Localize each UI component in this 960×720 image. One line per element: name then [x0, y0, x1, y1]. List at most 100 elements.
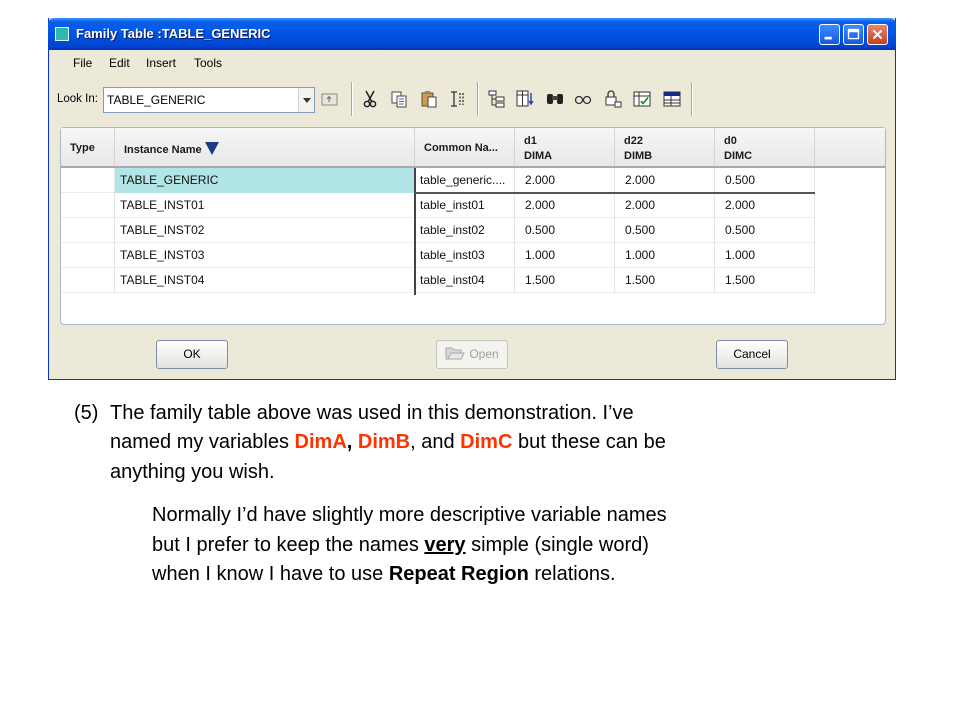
cell-common-name[interactable]: table_inst03 [415, 243, 515, 268]
table-row[interactable]: TABLE_INST04 table_inst04 1.500 1.500 1.… [61, 268, 815, 293]
title-bar[interactable]: Family Table :TABLE_GENERIC [48, 18, 896, 50]
cell-instance-name[interactable]: TABLE_INST01 [115, 193, 415, 218]
repeat-region-term: Repeat Region [388, 563, 529, 585]
cell-type[interactable] [61, 268, 115, 293]
cell-d22[interactable]: 2.000 [615, 193, 715, 218]
column-header-common-name[interactable]: Common Na... [415, 128, 515, 166]
toolbar-separator [351, 82, 353, 116]
table-row-generic[interactable]: TABLE_GENERIC table_generic.... 2.000 2.… [61, 168, 815, 193]
cell-d0[interactable]: 0.500 [715, 218, 815, 243]
paragraph-5-number: (5) [74, 402, 99, 424]
cell-instance-name[interactable]: TABLE_INST02 [115, 218, 415, 243]
window-title: Family Table :TABLE_GENERIC [76, 26, 271, 41]
cell-common-name[interactable]: table_inst01 [415, 193, 515, 218]
cell-d22[interactable]: 0.500 [615, 218, 715, 243]
table-grid-icon [663, 91, 681, 107]
cell-d22[interactable]: 1.500 [615, 268, 715, 293]
cell-type[interactable] [61, 218, 115, 243]
cell-d0[interactable]: 2.000 [715, 193, 815, 218]
insert-item-icon [451, 91, 464, 107]
column-header-d1[interactable]: d1 DIMA [515, 128, 615, 166]
menu-edit[interactable]: Edit [109, 56, 130, 70]
var-dimb: DimB [357, 431, 411, 453]
cell-d22[interactable]: 1.000 [615, 243, 715, 268]
generic-row-divider [415, 192, 815, 194]
cell-instance-name[interactable]: TABLE_INST03 [115, 243, 415, 268]
close-icon [872, 29, 883, 40]
cell-instance-name[interactable]: TABLE_INST04 [115, 268, 415, 293]
look-in-dropdown[interactable]: TABLE_GENERIC [103, 87, 315, 113]
column-header-instance-name[interactable]: Instance Name [115, 128, 415, 166]
tree-icon [488, 90, 505, 108]
cell-d1[interactable]: 0.500 [515, 218, 615, 243]
paragraph-note-line-1: Normally I’d have slightly more descript… [152, 504, 667, 526]
paragraph-note-line-2: but I prefer to keep the names very simp… [152, 534, 649, 556]
cell-d0[interactable]: 0.500 [715, 168, 815, 193]
cell-instance-name[interactable]: TABLE_GENERIC [115, 168, 415, 193]
toolbar-separator [477, 82, 479, 116]
up-folder-icon [321, 93, 338, 106]
add-column-button[interactable] [515, 89, 535, 109]
menu-bar: File Edit Insert Tools [49, 50, 895, 72]
column-header-d0[interactable]: d0 DIMC [715, 128, 815, 166]
minimize-icon [824, 36, 832, 40]
paste-icon [421, 91, 437, 108]
verify-icon [574, 95, 592, 105]
table-row[interactable]: TABLE_INST01 table_inst01 2.000 2.000 2.… [61, 193, 815, 218]
cut-button[interactable] [360, 89, 380, 109]
cell-d22[interactable]: 2.000 [615, 168, 715, 193]
dropdown-button[interactable] [298, 88, 314, 112]
instance-name-header-label: Instance Name [124, 144, 202, 156]
copy-icon [391, 91, 407, 108]
paragraph-note-line-3: when I know I have to use Repeat Region … [152, 563, 616, 585]
cell-common-name[interactable]: table_generic.... [415, 168, 515, 193]
up-folder-button[interactable] [320, 89, 340, 109]
table-row[interactable]: TABLE_INST03 table_inst03 1.000 1.000 1.… [61, 243, 815, 268]
ok-button[interactable]: OK [156, 340, 228, 369]
cancel-button[interactable]: Cancel [716, 340, 788, 369]
toolbar-separator [691, 82, 693, 116]
edit-table-button[interactable] [632, 89, 652, 109]
paragraph-5-line-1: The family table above was used in this … [110, 402, 634, 424]
cell-type[interactable] [61, 168, 115, 193]
cell-d1[interactable]: 2.000 [515, 168, 615, 193]
insert-item-button[interactable] [448, 89, 468, 109]
menu-file[interactable]: File [73, 56, 92, 70]
sort-descending-icon [204, 142, 219, 155]
cell-common-name[interactable]: table_inst04 [415, 268, 515, 293]
edit-table-icon [633, 91, 651, 107]
lock-button[interactable] [603, 89, 623, 109]
cell-common-name[interactable]: table_inst02 [415, 218, 515, 243]
open-button[interactable]: Open [436, 340, 508, 369]
menu-tools[interactable]: Tools [194, 56, 222, 70]
cell-d1[interactable]: 1.500 [515, 268, 615, 293]
find-button[interactable] [545, 89, 565, 109]
cell-d0[interactable]: 1.000 [715, 243, 815, 268]
menu-insert[interactable]: Insert [146, 56, 176, 70]
close-button[interactable] [867, 24, 888, 45]
cell-d0[interactable]: 1.500 [715, 268, 815, 293]
cell-d1[interactable]: 1.000 [515, 243, 615, 268]
lock-icon [605, 90, 622, 108]
var-dima: DimA [294, 431, 347, 453]
open-folder-icon [445, 347, 466, 360]
table-row[interactable]: TABLE_INST02 table_inst02 0.500 0.500 0.… [61, 218, 815, 243]
table-grid-button[interactable] [662, 89, 682, 109]
column-header-type[interactable]: Type [61, 128, 115, 166]
cut-icon [363, 90, 377, 108]
look-in-label: Look In: [57, 93, 98, 105]
frozen-column-divider [414, 168, 416, 295]
look-in-value: TABLE_GENERIC [107, 93, 206, 107]
verify-button[interactable] [573, 89, 593, 109]
tree-button[interactable] [487, 89, 507, 109]
maximize-button[interactable] [843, 24, 864, 45]
column-header-d22[interactable]: d22 DIMB [615, 128, 715, 166]
minimize-button[interactable] [819, 24, 840, 45]
copy-button[interactable] [389, 89, 409, 109]
paragraph-5-line-3: anything you wish. [110, 461, 275, 483]
cell-d1[interactable]: 2.000 [515, 193, 615, 218]
toolbar: Look In: TABLE_GENERIC [49, 80, 895, 118]
paste-button[interactable] [419, 89, 439, 109]
cell-type[interactable] [61, 193, 115, 218]
cell-type[interactable] [61, 243, 115, 268]
